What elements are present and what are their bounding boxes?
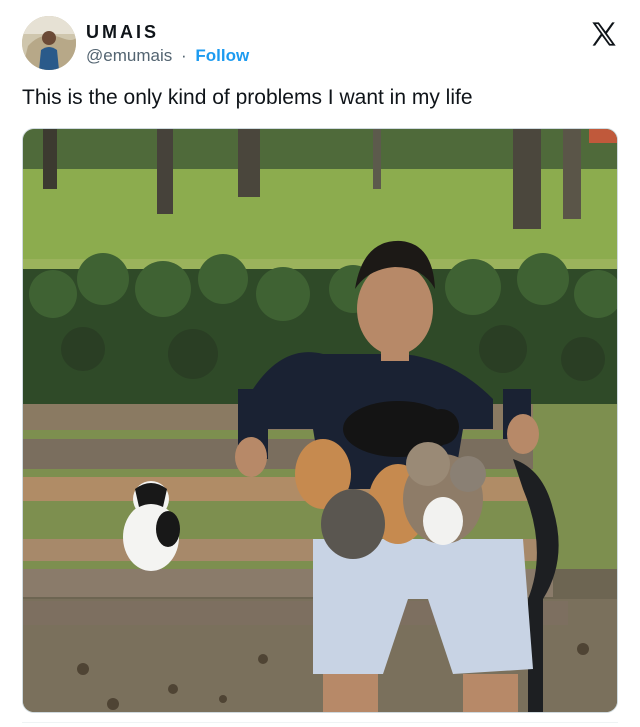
avatar[interactable] bbox=[22, 16, 76, 70]
photo-boy-with-cats bbox=[23, 129, 617, 712]
divider bbox=[22, 722, 618, 723]
x-logo-icon[interactable] bbox=[590, 20, 618, 48]
follow-button[interactable]: Follow bbox=[195, 46, 249, 65]
tweet-header: UMAIS @emumais · Follow bbox=[0, 0, 640, 84]
avatar-image bbox=[22, 16, 76, 70]
author-handle-row: @emumais · Follow bbox=[86, 46, 249, 66]
separator-dot: · bbox=[180, 46, 187, 65]
author-display-name[interactable]: UMAIS bbox=[86, 22, 159, 43]
author-handle[interactable]: @emumais bbox=[86, 46, 172, 65]
tweet-media-photo[interactable] bbox=[22, 128, 618, 713]
tweet-text: This is the only kind of problems I want… bbox=[22, 86, 473, 109]
